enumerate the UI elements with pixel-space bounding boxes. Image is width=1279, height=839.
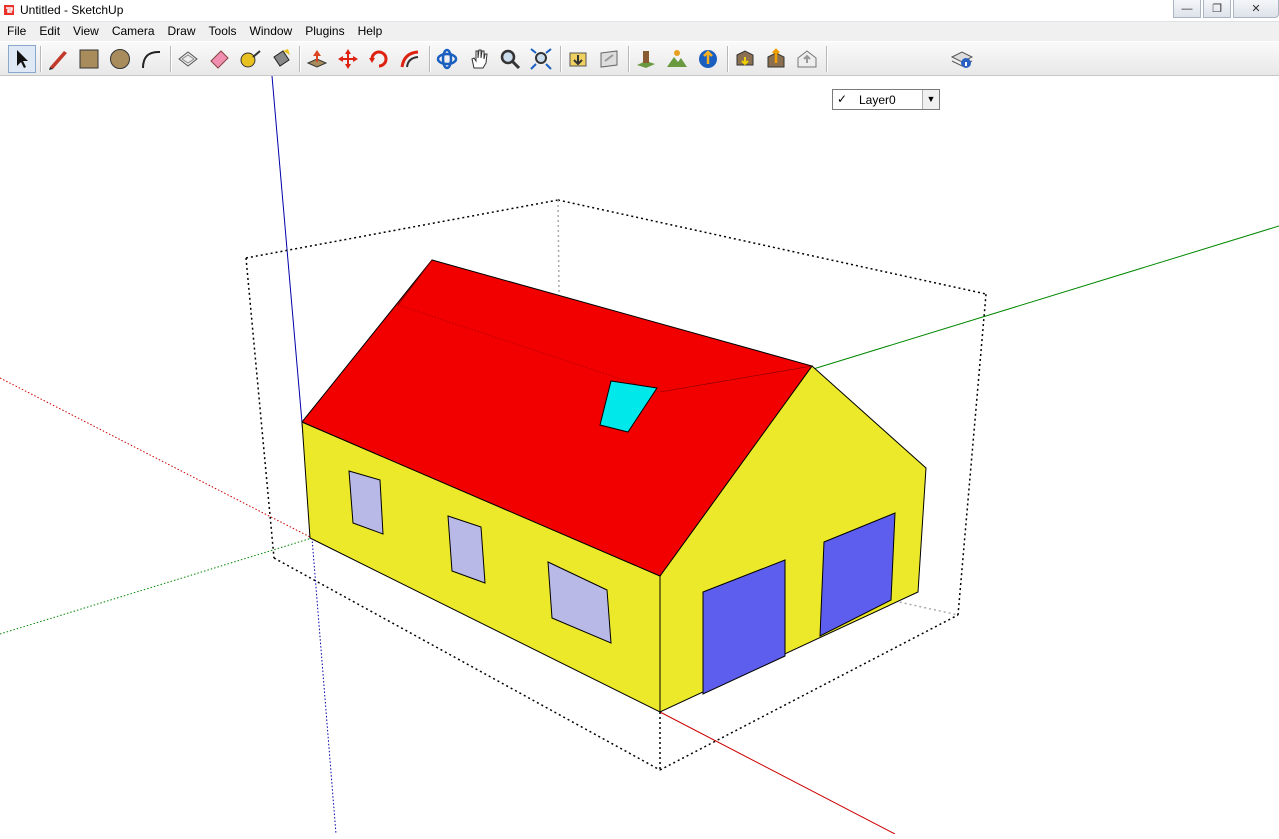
circle-icon <box>110 49 130 69</box>
green-axis-negative <box>0 537 313 635</box>
sketchup-logo-icon <box>4 5 14 15</box>
toolbar-separator <box>727 46 729 72</box>
follow-me-icon <box>400 50 419 68</box>
toolbar-separator <box>628 46 630 72</box>
toolbar: ✓ Layer0 ▼ <box>0 42 1279 110</box>
blue-axis-negative <box>311 537 337 835</box>
magnifier-icon <box>500 49 521 70</box>
select-tool-button[interactable] <box>8 45 36 73</box>
toolbar-separator <box>560 46 562 72</box>
tape-measure-icon <box>240 50 261 68</box>
push-pull-button[interactable] <box>303 45 331 73</box>
get-photo-texture-icon <box>767 48 785 68</box>
push-pull-icon <box>306 50 328 68</box>
rotate-icon <box>369 50 388 68</box>
zoom-extents-icon <box>530 48 552 70</box>
toolbar-separator <box>826 46 828 72</box>
toolbar-separator <box>40 46 42 72</box>
paint-bucket-icon <box>273 49 290 67</box>
menu-draw[interactable]: Draw <box>161 22 202 41</box>
green-axis-positive <box>809 225 1279 371</box>
toolbar-separator <box>429 46 431 72</box>
move-arrows-icon <box>338 49 358 69</box>
title-bar: Untitled - SketchUp — ❐ ✕ <box>0 0 1279 22</box>
circle-tool-button[interactable] <box>106 45 134 73</box>
menu-help[interactable]: Help <box>351 22 389 41</box>
toolbar-separator <box>299 46 301 72</box>
add-location-button[interactable] <box>632 45 660 73</box>
eraser-icon <box>210 50 229 69</box>
get-photo-texture-button[interactable] <box>762 45 790 73</box>
zoom-extents-button[interactable] <box>527 45 555 73</box>
minimize-icon: — <box>1181 2 1193 15</box>
pencil-icon <box>49 51 67 70</box>
close-icon: ✕ <box>1251 3 1261 15</box>
minimize-button[interactable]: — <box>1173 0 1201 18</box>
get-models-icon <box>569 52 587 67</box>
menu-file[interactable]: File <box>0 22 32 41</box>
photo-textures-icon <box>736 50 754 66</box>
rectangle-icon <box>79 49 99 69</box>
bounding-box-back <box>245 199 987 295</box>
tape-measure-button[interactable] <box>236 45 264 73</box>
menu-camera[interactable]: Camera <box>105 22 161 41</box>
add-location-icon <box>637 51 655 68</box>
restore-icon: ❐ <box>1212 3 1222 15</box>
orbit-icon <box>436 48 458 70</box>
component-icon <box>178 51 198 67</box>
viewport-canvas[interactable] <box>0 75 1279 835</box>
select-arrow-icon <box>17 50 28 68</box>
hand-icon <box>471 49 488 69</box>
rotate-tool-button[interactable] <box>365 45 393 73</box>
maximize-button[interactable]: ❐ <box>1203 0 1231 18</box>
window-title: Untitled - SketchUp <box>20 3 124 17</box>
paint-bucket-button[interactable] <box>267 45 295 73</box>
close-button[interactable]: ✕ <box>1233 0 1279 18</box>
arc-icon <box>142 50 161 69</box>
toolbar-separator <box>170 46 172 72</box>
menu-edit[interactable]: Edit <box>32 22 66 41</box>
menu-window[interactable]: Window <box>243 22 299 41</box>
red-axis-positive <box>659 711 896 835</box>
share-model-button[interactable] <box>595 45 623 73</box>
make-component-button[interactable] <box>174 45 202 73</box>
follow-me-button[interactable] <box>396 45 424 73</box>
orbit-tool-button[interactable] <box>433 45 461 73</box>
menu-view[interactable]: View <box>66 22 105 41</box>
layer-manager-icon <box>950 51 974 68</box>
menu-plugins[interactable]: Plugins <box>298 22 350 41</box>
get-models-button[interactable] <box>564 45 592 73</box>
menu-bar: File Edit View Camera Draw Tools Window … <box>0 22 1279 41</box>
3d-warehouse-button[interactable] <box>793 45 821 73</box>
share-model-icon <box>600 50 618 68</box>
model-viewport[interactable] <box>0 75 1279 835</box>
eraser-tool-button[interactable] <box>205 45 233 73</box>
line-tool-button[interactable] <box>44 45 72 73</box>
globe-icon <box>699 50 717 68</box>
arc-tool-button[interactable] <box>137 45 165 73</box>
rectangle-tool-button[interactable] <box>75 45 103 73</box>
pan-tool-button[interactable] <box>465 45 493 73</box>
menu-tools[interactable]: Tools <box>202 22 243 41</box>
zoom-tool-button[interactable] <box>496 45 524 73</box>
toggle-terrain-button[interactable] <box>663 45 691 73</box>
terrain-icon <box>667 50 687 67</box>
photo-textures-button[interactable] <box>731 45 759 73</box>
layer-manager-button[interactable] <box>948 45 976 73</box>
google-earth-button[interactable] <box>694 45 722 73</box>
warehouse-icon <box>797 50 817 68</box>
move-tool-button[interactable] <box>334 45 362 73</box>
